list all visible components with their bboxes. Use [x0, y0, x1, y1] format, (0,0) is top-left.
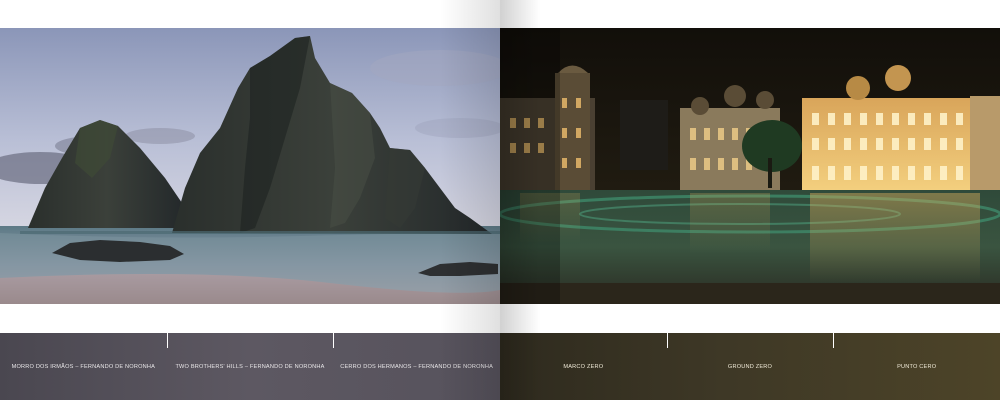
photo-two-brothers-hills: [0, 28, 500, 304]
photo-marco-zero: [500, 28, 1000, 304]
caption-english: Ground Zero: [666, 333, 834, 400]
left-page: Morro dos Irmãos – Fernando de Noronha T…: [0, 0, 500, 400]
caption-portuguese: Marco Zero: [563, 363, 604, 370]
caption-bar-left: Morro dos Irmãos – Fernando de Noronha T…: [0, 333, 500, 400]
caption-spanish: Punto Cero: [833, 333, 1000, 400]
caption-portuguese: Morro dos Irmãos – Fernando de Noronha: [11, 363, 156, 370]
caption-spanish: Cerro dos Hermanos – Fernando de Noronha: [333, 333, 500, 400]
right-page: Marco Zero Ground Zero Punto Cero: [500, 0, 1000, 400]
caption-bar-right: Marco Zero Ground Zero Punto Cero: [500, 333, 1000, 400]
caption-english: Two Brothers' Hills – Fernando de Noronh…: [166, 333, 334, 400]
